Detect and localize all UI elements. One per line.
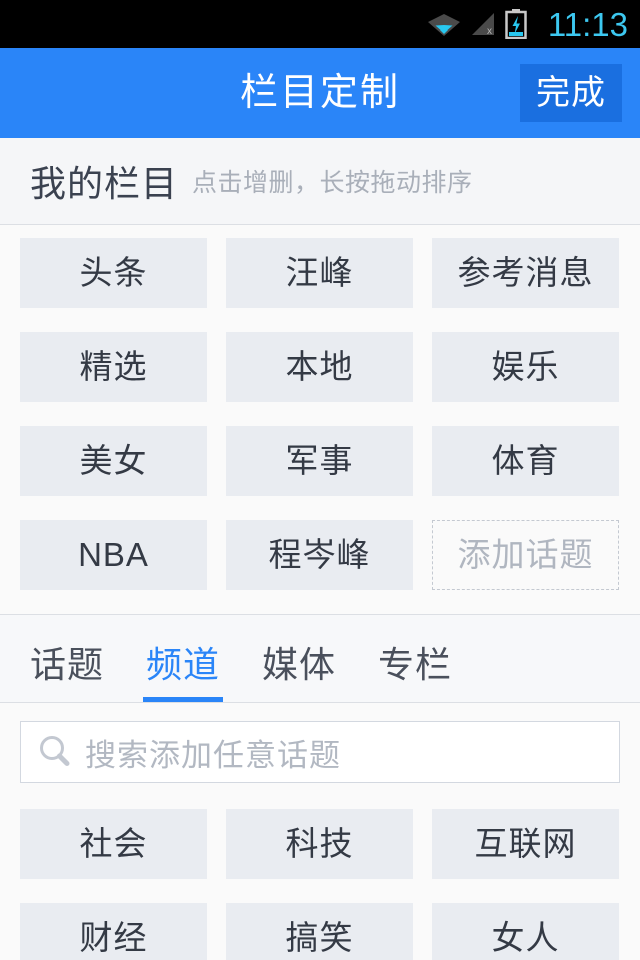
add-topic-label: 添加话题	[457, 536, 594, 573]
status-bar: x 11:13	[0, 0, 640, 48]
column-tile[interactable]: 精选	[20, 332, 207, 402]
battery-charging-icon	[505, 9, 527, 39]
column-tile[interactable]: 娱乐	[432, 332, 619, 402]
search-placeholder: 搜索添加任意话题	[85, 737, 341, 773]
tab-columns[interactable]: 专栏	[378, 636, 452, 702]
column-tile[interactable]: NBA	[20, 520, 207, 590]
search-icon	[40, 736, 70, 766]
page-title: 栏目定制	[239, 72, 400, 114]
channel-tile[interactable]: 科技	[226, 809, 413, 879]
search-section: 搜索添加任意话题	[0, 703, 640, 797]
search-input[interactable]: 搜索添加任意话题	[20, 721, 620, 783]
status-icon-group: x 11:13	[427, 8, 628, 41]
my-columns-hint: 点击增删，长按拖动排序	[192, 169, 473, 197]
app-screen: x 11:13 栏目定制 完成 我的栏目 点击增删，长按拖动排序 头条 汪峰 参…	[0, 0, 640, 960]
column-tile[interactable]: 美女	[20, 426, 207, 496]
no-sim-signal-icon: x	[471, 13, 494, 37]
wifi-icon	[427, 14, 460, 36]
done-button[interactable]: 完成	[520, 64, 622, 122]
column-tile[interactable]: 程岑峰	[226, 520, 413, 590]
my-columns-title: 我的栏目	[30, 163, 179, 204]
my-columns-header: 我的栏目 点击增删，长按拖动排序	[0, 138, 640, 225]
tab-media[interactable]: 媒体	[262, 636, 336, 702]
column-tile[interactable]: 汪峰	[226, 238, 413, 308]
category-tab-bar: 话题 频道 媒体 专栏	[0, 615, 640, 703]
column-tile[interactable]: 参考消息	[432, 238, 619, 308]
status-clock: 11:13	[547, 5, 628, 43]
column-tile[interactable]: 体育	[432, 426, 619, 496]
column-tile[interactable]: 头条	[20, 238, 207, 308]
app-bar: 栏目定制 完成	[0, 48, 640, 138]
channel-tile[interactable]: 互联网	[432, 809, 619, 879]
channel-tile[interactable]: 女人	[432, 903, 619, 960]
tab-channels[interactable]: 频道	[143, 636, 224, 702]
svg-text:x: x	[487, 26, 492, 37]
channel-tile[interactable]: 搞笑	[226, 903, 413, 960]
tab-topics[interactable]: 话题	[30, 636, 104, 702]
add-topic-tile[interactable]: 添加话题	[432, 520, 619, 590]
my-columns-grid: 头条 汪峰 参考消息 精选 本地 娱乐 美女 军事 体育 NBA 程岑峰 添加话…	[0, 225, 640, 614]
column-tile[interactable]: 军事	[226, 426, 413, 496]
channel-tile[interactable]: 社会	[20, 809, 207, 879]
available-channels-grid: 社会 科技 互联网 财经 搞笑 女人	[0, 797, 640, 960]
column-tile[interactable]: 本地	[226, 332, 413, 402]
channel-tile[interactable]: 财经	[20, 903, 207, 960]
